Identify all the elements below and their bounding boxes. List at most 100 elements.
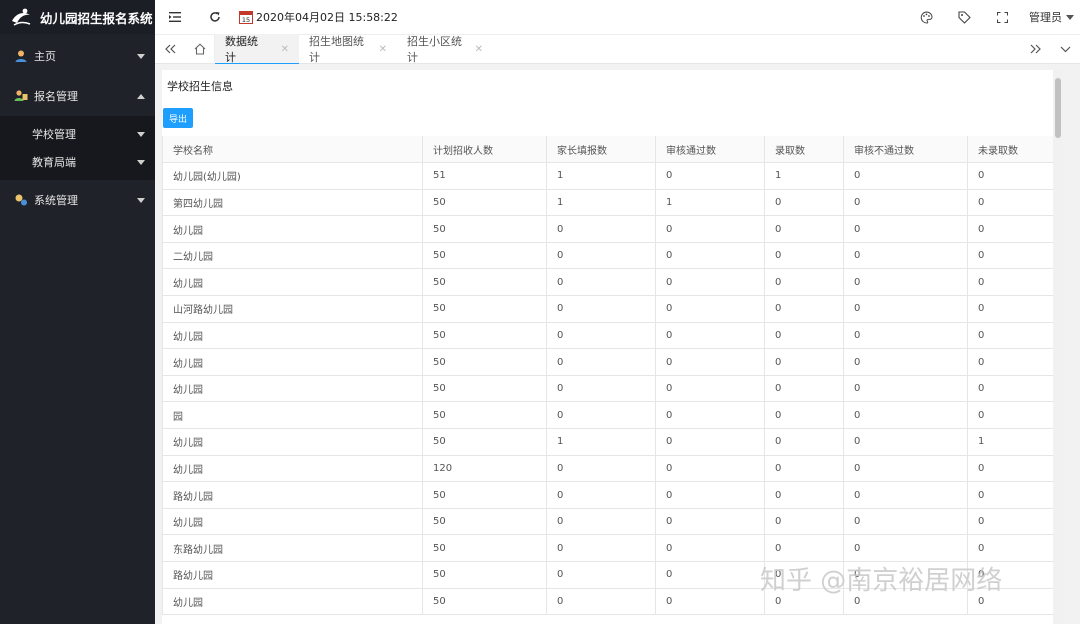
table-cell: 0 [655,588,765,616]
menu-toggle-button[interactable] [155,0,195,34]
table-cell: 0 [764,481,844,509]
tag-button[interactable] [945,0,983,34]
table-cell: 0 [843,268,968,297]
close-icon[interactable]: ✕ [379,44,387,55]
tab-enrollment-map-statistics[interactable]: 招生地图统计 ✕ [299,34,397,64]
table-row[interactable]: 幼儿园 50 0 0 0 0 0 [162,215,1063,243]
table-cell: 0 [764,322,844,350]
table-row[interactable]: 第四幼儿园 50 1 1 0 0 0 [162,189,1063,217]
column-header[interactable]: 未录取数 [967,136,1063,164]
table-row[interactable]: 幼儿园 50 1 0 0 0 1 [162,428,1063,456]
tab-label: 招生地图统计 [309,35,364,64]
sidebar-item-label: 系统管理 [34,194,78,207]
table-row[interactable]: 山河路幼儿园 50 0 0 0 0 0 [162,295,1063,323]
table-cell: 51 [422,162,547,190]
table-cell: 0 [764,428,844,456]
table-row[interactable]: 幼儿园 50 0 0 0 0 0 [162,508,1063,536]
sidebar-subitem-label: 学校管理 [32,128,76,141]
table-row[interactable]: 二幼儿园 50 0 0 0 0 0 [162,242,1063,270]
menu-fold-icon [169,12,181,22]
home-icon [194,43,205,55]
table-cell: 0 [655,428,765,456]
tag-icon [957,10,971,24]
table-cell: 0 [655,215,765,243]
table-row[interactable]: 园 50 0 0 0 0 0 [162,401,1063,430]
table-cell: 0 [546,401,656,430]
table-cell: 1 [764,162,844,190]
table-row[interactable]: 幼儿园 50 0 0 0 0 0 [162,268,1063,297]
sidebar-item-signup-management[interactable]: 报名管理 [0,76,155,116]
double-chevron-right-icon [1030,44,1041,54]
scrollbar-thumb[interactable] [1055,78,1061,138]
school-name-cell: 幼儿园 [162,348,423,376]
school-name-cell: 幼儿园 [162,375,423,403]
table-cell: 50 [422,561,547,589]
table-cell: 0 [967,242,1063,270]
fullscreen-icon [996,11,1008,23]
school-name-cell: 幼儿园 [162,268,423,297]
user-icon [15,50,27,62]
table-cell: 0 [764,215,844,243]
user-menu[interactable]: 管理员 [1021,9,1080,25]
school-name-cell: 幼儿园 [162,455,423,483]
table-cell: 50 [422,588,547,616]
tab-data-statistics[interactable]: 数据统计 ✕ [215,34,299,65]
table-cell: 1 [546,162,656,190]
table-cell: 0 [546,534,656,562]
table-cell: 0 [655,242,765,270]
top-header: 15 2020年04月02日 15:58:22 管理员 [155,0,1080,34]
column-header[interactable]: 家长填报数 [546,136,656,164]
sidebar-item-system-management[interactable]: 系统管理 [0,180,155,220]
table-row[interactable]: 幼儿园 50 0 0 0 0 0 [162,375,1063,403]
home-tab-button[interactable] [185,34,215,64]
table-row[interactable]: 幼儿园 50 0 0 0 0 0 [162,322,1063,350]
column-header[interactable]: 录取数 [764,136,844,164]
school-name-cell: 园 [162,401,423,430]
table-cell: 0 [655,348,765,376]
vertical-scrollbar[interactable] [1053,70,1063,624]
tab-bar-right [1020,34,1080,64]
table-cell: 50 [422,268,547,297]
school-name-cell: 幼儿园 [162,508,423,536]
table-row[interactable]: 幼儿园 50 0 0 0 0 0 [162,348,1063,376]
table-row[interactable]: 幼儿园(幼儿园) 51 1 0 1 0 0 [162,162,1063,190]
table-cell: 0 [967,508,1063,536]
table-row[interactable]: 东路幼儿园 50 0 0 0 0 0 [162,534,1063,562]
column-header[interactable]: 审核通过数 [655,136,765,164]
table-cell: 0 [764,455,844,483]
palette-icon [920,10,933,24]
table-cell: 0 [764,348,844,376]
table-cell: 0 [967,162,1063,190]
sidebar-item-school-management[interactable]: 学校管理 [0,120,155,148]
refresh-button[interactable] [195,0,235,34]
close-icon[interactable]: ✕ [281,44,289,55]
tab-label: 数据统计 [225,35,258,64]
column-header[interactable]: 学校名称 [162,136,423,164]
fullscreen-button[interactable] [983,0,1021,34]
column-header[interactable]: 计划招收人数 [422,136,547,164]
column-header[interactable]: 审核不通过数 [843,136,968,164]
table-cell: 0 [546,481,656,509]
chevron-down-icon [1060,46,1070,52]
sidebar-item-home[interactable]: 主页 [0,36,155,76]
table-row[interactable]: 幼儿园 120 0 0 0 0 0 [162,455,1063,483]
table-cell: 0 [967,295,1063,323]
table-cell: 50 [422,375,547,403]
tabs-scroll-right-button[interactable] [1020,34,1050,64]
table-row[interactable]: 路幼儿园 50 0 0 0 0 0 [162,481,1063,509]
theme-button[interactable] [907,0,945,34]
table-cell: 0 [546,375,656,403]
table-cell: 0 [764,401,844,430]
close-icon[interactable]: ✕ [475,44,483,55]
calendar-icon: 15 [239,11,253,24]
tabs-menu-button[interactable] [1050,34,1080,64]
table-cell: 0 [546,242,656,270]
tabs-scroll-left-button[interactable] [155,34,185,64]
tab-enrollment-community-statistics[interactable]: 招生小区统计 ✕ [397,34,493,64]
table-cell: 0 [764,268,844,297]
table-cell: 0 [655,561,765,589]
export-button[interactable]: 导出 [163,108,193,128]
sidebar-item-education-bureau[interactable]: 教育局端 [0,148,155,176]
enrollment-table: 学校名称 计划招收人数 家长填报数 审核通过数 录取数 审核不通过数 未录取数 … [162,136,1063,616]
app-logo[interactable]: 幼儿园招生报名系统 [0,0,155,34]
